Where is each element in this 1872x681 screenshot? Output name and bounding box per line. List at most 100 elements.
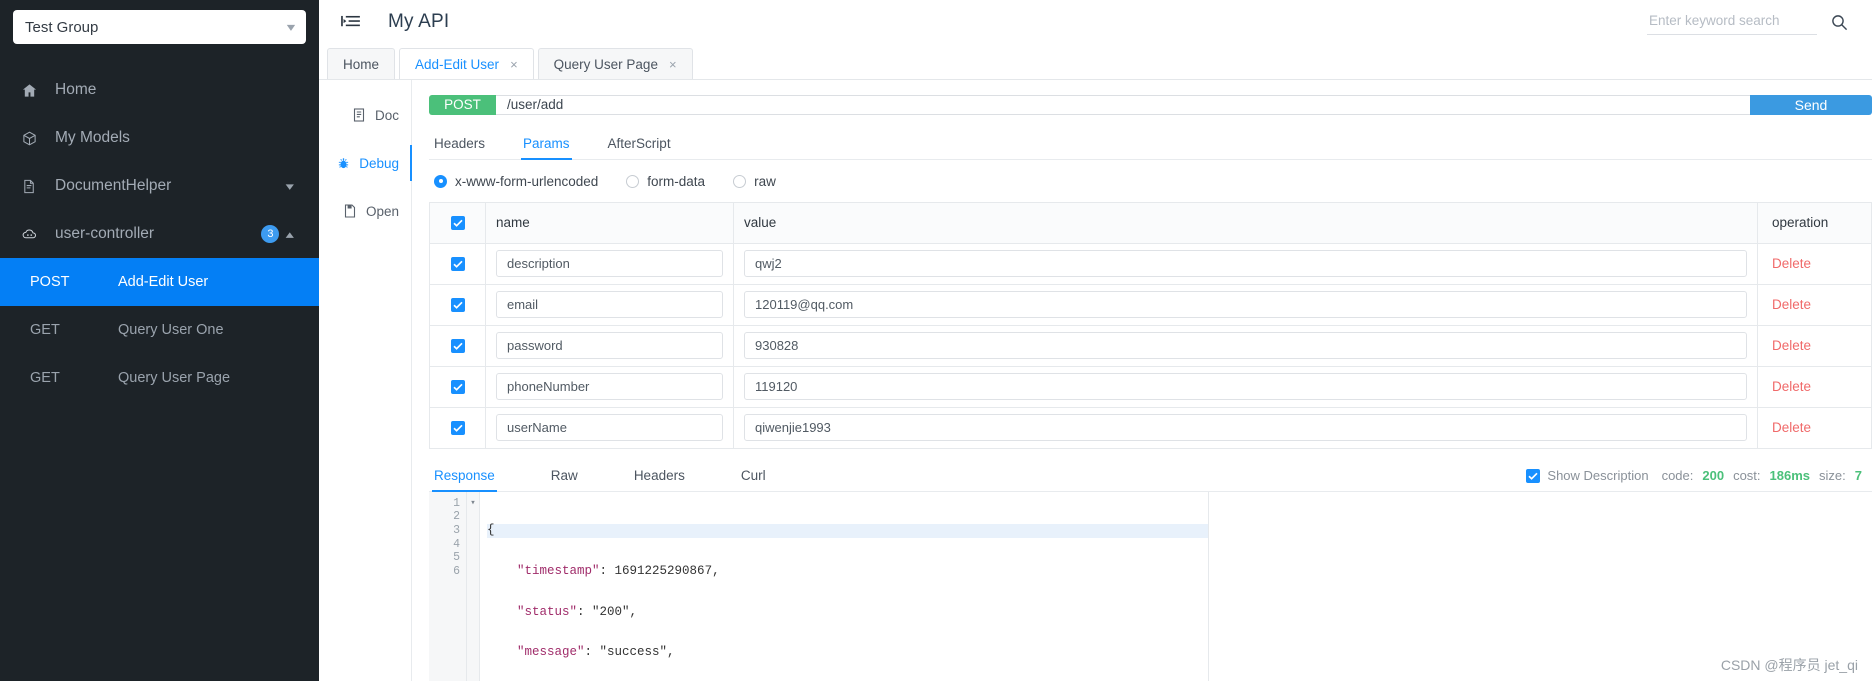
row-checkbox[interactable] bbox=[450, 297, 465, 312]
response-tab-response[interactable]: Response bbox=[432, 461, 497, 492]
sidebar-nav: Home My Models DocumentHelper ▾ user-con… bbox=[0, 66, 319, 402]
sidebar-item-my-models[interactable]: My Models bbox=[0, 114, 319, 162]
http-method-selector[interactable]: POST bbox=[429, 95, 496, 115]
tab-query-user-page[interactable]: Query User Page × bbox=[537, 48, 693, 79]
param-name-input[interactable] bbox=[496, 291, 723, 319]
code-line: "timestamp": 1691225290867, bbox=[517, 563, 720, 578]
code-line: "status": "200", bbox=[517, 604, 638, 619]
row-select-cell bbox=[430, 325, 486, 366]
fold-toggle-icon[interactable]: ▾ bbox=[467, 497, 479, 511]
close-icon[interactable]: × bbox=[510, 58, 518, 71]
chevron-down-icon[interactable]: ▾ bbox=[286, 180, 294, 193]
chevron-up-icon[interactable]: ▴ bbox=[286, 228, 294, 241]
response-header: Response Raw Headers Curl Show Descripti… bbox=[429, 461, 1872, 492]
param-name-input[interactable] bbox=[496, 373, 723, 401]
radio-x-www-form-urlencoded[interactable]: x-www-form-urlencoded bbox=[434, 174, 598, 189]
row-select-cell bbox=[430, 243, 486, 284]
param-name-input[interactable] bbox=[496, 332, 723, 360]
code-fold-gutter[interactable]: ▾ bbox=[467, 491, 480, 681]
param-value-input[interactable] bbox=[744, 332, 1747, 360]
home-icon bbox=[22, 83, 44, 98]
delete-button[interactable]: Delete bbox=[1772, 338, 1811, 353]
sidebar-item-label-my-models: My Models bbox=[55, 129, 130, 146]
send-button[interactable]: Send bbox=[1750, 95, 1872, 115]
code-label: code: bbox=[1661, 468, 1694, 484]
vnav-item-debug[interactable]: Debug bbox=[319, 139, 412, 187]
param-value-input[interactable] bbox=[744, 414, 1747, 442]
response-tab-headers[interactable]: Headers bbox=[632, 461, 687, 491]
subtab-params[interactable]: Params bbox=[521, 129, 572, 160]
response-tab-curl[interactable]: Curl bbox=[739, 461, 768, 491]
workspace: Doc Debug Open POST /user/add Send Heade… bbox=[319, 80, 1872, 681]
sidebar-item-label-documenthelper: DocumentHelper bbox=[55, 177, 172, 194]
param-value-cell bbox=[734, 243, 1758, 284]
param-name-input[interactable] bbox=[496, 250, 723, 278]
search-icon[interactable] bbox=[1831, 14, 1848, 31]
radio-label: x-www-form-urlencoded bbox=[455, 173, 599, 189]
column-header-operation: operation bbox=[1772, 215, 1829, 231]
vertical-nav: Doc Debug Open bbox=[319, 80, 412, 681]
tab-add-edit-user[interactable]: Add-Edit User × bbox=[399, 48, 534, 79]
select-all-checkbox[interactable] bbox=[450, 215, 465, 230]
group-select[interactable]: Test Group ▾ bbox=[13, 10, 306, 44]
sidebar-item-label-user-controller: user-controller bbox=[55, 225, 155, 242]
delete-button[interactable]: Delete bbox=[1772, 297, 1811, 312]
api-name-label: Query User Page bbox=[118, 370, 231, 386]
cost-value: 186ms bbox=[1769, 468, 1811, 484]
param-value-input[interactable] bbox=[744, 291, 1747, 319]
line-number: 3 bbox=[453, 524, 460, 537]
delete-button[interactable]: Delete bbox=[1772, 420, 1811, 435]
radio-label: raw bbox=[754, 173, 776, 189]
search-input[interactable] bbox=[1647, 9, 1817, 35]
param-value-cell bbox=[734, 284, 1758, 325]
row-select-cell bbox=[430, 407, 486, 448]
status-badge: 3 bbox=[261, 225, 280, 243]
url-input[interactable] bbox=[496, 95, 1750, 115]
show-description-toggle[interactable]: Show Description bbox=[1526, 468, 1649, 483]
radio-raw[interactable]: raw bbox=[733, 174, 776, 189]
sidebar-item-user-controller[interactable]: user-controller 3 ▴ bbox=[0, 210, 319, 258]
api-name-label: Query User One bbox=[118, 322, 224, 338]
response-tab-raw[interactable]: Raw bbox=[549, 461, 580, 491]
tab-home[interactable]: Home bbox=[327, 48, 396, 79]
vnav-item-open[interactable]: Open bbox=[319, 187, 411, 235]
param-value-input[interactable] bbox=[744, 373, 1747, 401]
select-all-cell bbox=[430, 202, 486, 243]
code-line: "message": "success", bbox=[517, 645, 675, 660]
sidebar-api-query-user-page[interactable]: GET Query User Page bbox=[0, 354, 319, 402]
row-checkbox[interactable] bbox=[450, 420, 465, 435]
size-value: 7 bbox=[1854, 468, 1862, 484]
sidebar-item-documenthelper[interactable]: DocumentHelper ▾ bbox=[0, 162, 319, 210]
row-checkbox[interactable] bbox=[450, 379, 465, 394]
close-icon[interactable]: × bbox=[669, 58, 677, 71]
search-area bbox=[1647, 9, 1848, 35]
subtab-headers[interactable]: Headers bbox=[432, 129, 487, 159]
param-value-input[interactable] bbox=[744, 250, 1747, 278]
sidebar: Test Group ▾ Home My Models DocumentHelp… bbox=[0, 0, 319, 681]
table-row: Delete bbox=[430, 366, 1871, 408]
delete-button[interactable]: Delete bbox=[1772, 256, 1811, 271]
sidebar-api-add-edit-user[interactable]: POST Add-Edit User bbox=[0, 258, 319, 306]
subtab-afterscript[interactable]: AfterScript bbox=[606, 129, 673, 159]
table-row: Delete bbox=[430, 284, 1871, 326]
sidebar-item-home[interactable]: Home bbox=[0, 66, 319, 114]
vnav-item-doc[interactable]: Doc bbox=[319, 91, 411, 139]
http-method-label: GET bbox=[30, 370, 60, 386]
radio-form-data[interactable]: form-data bbox=[626, 174, 705, 189]
show-description-checkbox[interactable] bbox=[1526, 468, 1541, 483]
line-number: 1 bbox=[453, 496, 460, 510]
param-name-cell bbox=[486, 407, 734, 448]
vnav-label-open: Open bbox=[365, 203, 399, 219]
table-row: Delete bbox=[430, 243, 1871, 285]
vnav-label-debug: Debug bbox=[359, 155, 399, 171]
param-name-input[interactable] bbox=[496, 414, 723, 442]
row-checkbox[interactable] bbox=[450, 256, 465, 271]
line-number: 4 bbox=[453, 537, 460, 551]
row-checkbox[interactable] bbox=[450, 338, 465, 353]
delete-button[interactable]: Delete bbox=[1772, 379, 1811, 394]
sidebar-api-query-user-one[interactable]: GET Query User One bbox=[0, 306, 319, 354]
table-header-row: name value operation bbox=[430, 202, 1871, 244]
api-name-label: Add-Edit User bbox=[118, 274, 209, 290]
collapse-menu-icon[interactable] bbox=[341, 12, 361, 32]
radio-dot-icon bbox=[733, 174, 747, 188]
